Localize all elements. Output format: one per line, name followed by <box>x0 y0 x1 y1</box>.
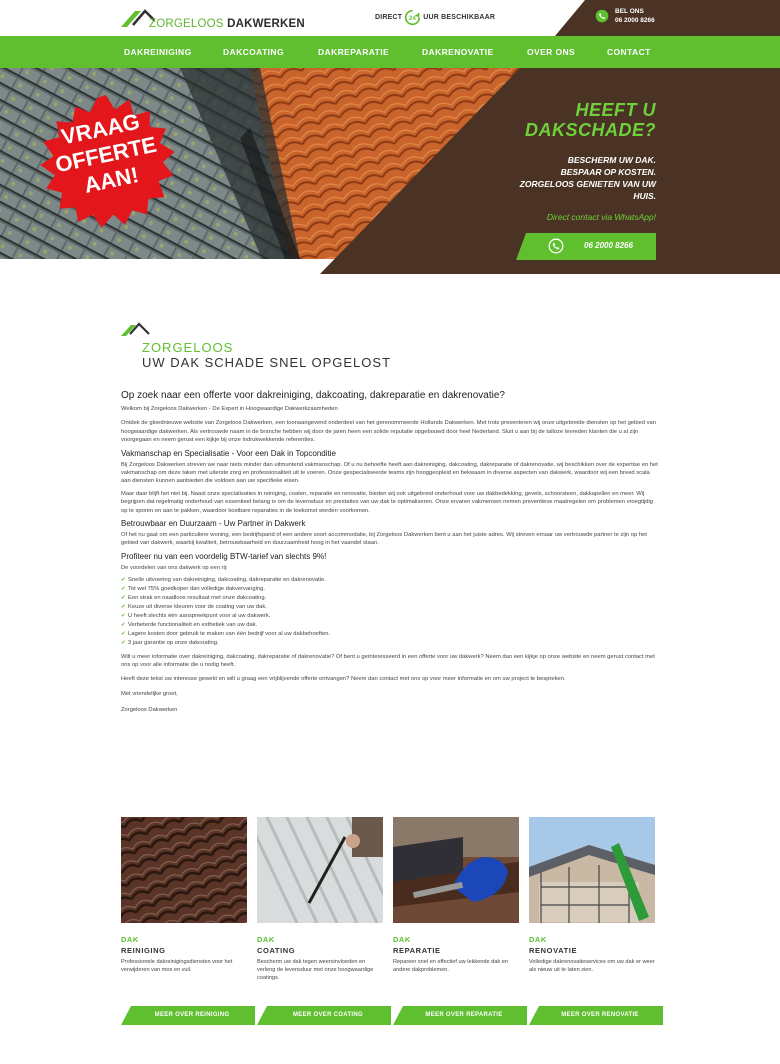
header-phone[interactable]: 06 2000 8266 <box>615 17 655 24</box>
subheading-betrouwbaar: Betrouwbaar en Duurzaam - Uw Partner in … <box>121 519 306 529</box>
nav-item-dakreparatie[interactable]: DAKREPARATIE <box>318 36 389 68</box>
list-item: U heeft slechts één aanspreekpunt voor a… <box>121 612 659 621</box>
list-item: Tot wel 75% goedkoper dan volledige dakv… <box>121 585 659 594</box>
hero-headline: HEEFT U DAKSCHADE? <box>525 100 656 140</box>
more-coating-button[interactable]: MEER OVER COATING <box>257 1006 391 1025</box>
service-card-reiniging: DAK REINIGING Professionele dakreiniging… <box>121 817 255 1025</box>
card-description: Professionele dakreinigingsdiensten voor… <box>121 959 233 974</box>
call-box[interactable]: BEL ONS 06 2000 8266 <box>555 0 780 36</box>
paragraph-betrouwbaar: Of het nu gaat om een particuliere wonin… <box>121 532 647 547</box>
card-image-renovation <box>529 817 655 923</box>
whatsapp-call-button[interactable]: 06 2000 8266 <box>516 233 656 260</box>
card-description: Volledige dakrenovatieservices om uw dak… <box>529 959 655 974</box>
more-reparatie-button[interactable]: MEER OVER REPARATIE <box>393 1006 527 1025</box>
card-description: Repareer snel en effectief uw lekkende d… <box>393 959 508 974</box>
card-image-repair <box>393 817 519 923</box>
welcome-text: Welkom bij Zorgeloos Dakwerken - De Expe… <box>121 406 338 412</box>
main-nav: DAKREINIGING DAKCOATING DAKREPARATIE DAK… <box>0 36 780 68</box>
list-item: 3 jaar garantie op onze dakcoating. <box>121 639 659 648</box>
list-item: Keuze uit diverse kleuren voor de coatin… <box>121 603 659 612</box>
nav-item-dakcoating[interactable]: DAKCOATING <box>223 36 284 68</box>
roof-logo-icon <box>121 322 150 336</box>
paragraph-offerte: Heeft deze tekst uw interesse gewekt en … <box>121 676 566 683</box>
card-title: RENOVATIE <box>529 946 578 955</box>
paragraph-voordelen: De voordelen van ons dakwerk op een rij: <box>121 564 228 571</box>
nav-item-contact[interactable]: CONTACT <box>607 36 651 68</box>
top-bar: ZORGELOOS DAKWERKEN DIRECT 24 UUR BESCHI… <box>0 0 780 36</box>
whatsapp-contact-link[interactable]: Direct contact via WhatsApp! <box>547 212 656 222</box>
article-heading: Op zoek naar een offerte voor dakreinigi… <box>121 390 505 401</box>
list-item: Lagere kosten door gebruik te maken van … <box>121 630 659 639</box>
availability-label: UUR BESCHIKBAAR <box>423 14 496 21</box>
card-title: COATING <box>257 946 296 955</box>
card-kicker: DAK <box>257 935 275 944</box>
nav-item-dakrenovatie[interactable]: DAKRENOVATIE <box>422 36 494 68</box>
card-title: REINIGING <box>121 946 166 955</box>
signature: Zorgeloos Dakwerken <box>121 707 178 714</box>
hours-badge: 24 <box>409 16 416 22</box>
paragraph-vakmanschap: Bij Zorgeloos Dakwerken streven we naar … <box>121 461 658 485</box>
benefits-list: Snelle uitvoering van dakreiniging, dakc… <box>121 576 659 647</box>
intro-title: UW DAK SCHADE SNEL OPGELOST <box>142 355 392 370</box>
subheading-btw: Profiteer nu van een voordelig BTW-tarie… <box>121 551 327 561</box>
card-kicker: DAK <box>529 935 547 944</box>
paragraph-intro: Ontdek de gloednieuwe website van Zorgel… <box>121 420 656 444</box>
more-reiniging-button[interactable]: MEER OVER REINIGING <box>121 1006 255 1025</box>
service-card-reparatie: DAK REPARATIE Repareer snel en effectief… <box>393 817 527 1025</box>
nav-item-over-ons[interactable]: OVER ONS <box>527 36 575 68</box>
service-card-coating: DAK COATING Bescherm uw dak tegen weersi… <box>245 816 399 1025</box>
availability-info: DIRECT 24 UUR BESCHIKBAAR <box>375 9 495 26</box>
paragraph-onderhoud: Maar daar blijft het niet bij. Naast onz… <box>121 490 654 514</box>
call-label: BEL ONS <box>615 8 644 15</box>
logo-text: ZORGELOOS DAKWERKEN <box>149 18 305 30</box>
direct-label: DIRECT <box>375 14 403 21</box>
article-content: Op zoek naar een offerte voor dakreinigi… <box>121 390 659 719</box>
nav-item-dakreiniging[interactable]: DAKREINIGING <box>124 36 192 68</box>
more-renovatie-button[interactable]: MEER OVER RENOVATIE <box>529 1006 663 1025</box>
list-item: Snelle uitvoering van dakreiniging, dakc… <box>121 576 659 585</box>
card-title: REPARATIE <box>393 946 441 955</box>
list-item: Een strak en naadloos resultaat met onze… <box>121 594 659 603</box>
card-kicker: DAK <box>121 935 139 944</box>
card-image-coating <box>245 816 399 924</box>
greeting: Met vriendelijke groet, <box>121 690 178 697</box>
list-item: Verbeterde functionaliteit en esthetiek … <box>121 621 659 630</box>
card-description: Bescherm uw dak tegen weersinvloeden en … <box>257 959 374 982</box>
clock-24-icon: 24 <box>405 9 421 26</box>
hero-tagline: BESCHERM UW DAK. BESPAAR OP KOSTEN. ZORG… <box>519 155 656 201</box>
whatsapp-icon <box>548 238 564 254</box>
whatsapp-icon <box>595 9 609 23</box>
hero-phone: 06 2000 8266 <box>584 241 633 250</box>
subheading-vakmanschap: Vakmanschap en Specialisatie - Voor een … <box>121 448 336 458</box>
card-kicker: DAK <box>393 935 411 944</box>
intro-title-accent: ZORGELOOS <box>142 340 234 355</box>
card-image-roof-tiles <box>121 817 247 923</box>
paragraph-meer-info: Wilt u meer informatie over dakreiniging… <box>121 653 655 668</box>
hero-banner: VRAAG OFFERTE AAN! HEEFT U DAKSCHADE? BE… <box>0 68 780 274</box>
service-card-renovatie: DAK RENOVATIE Volledige dakrenovatieserv… <box>529 817 663 1025</box>
